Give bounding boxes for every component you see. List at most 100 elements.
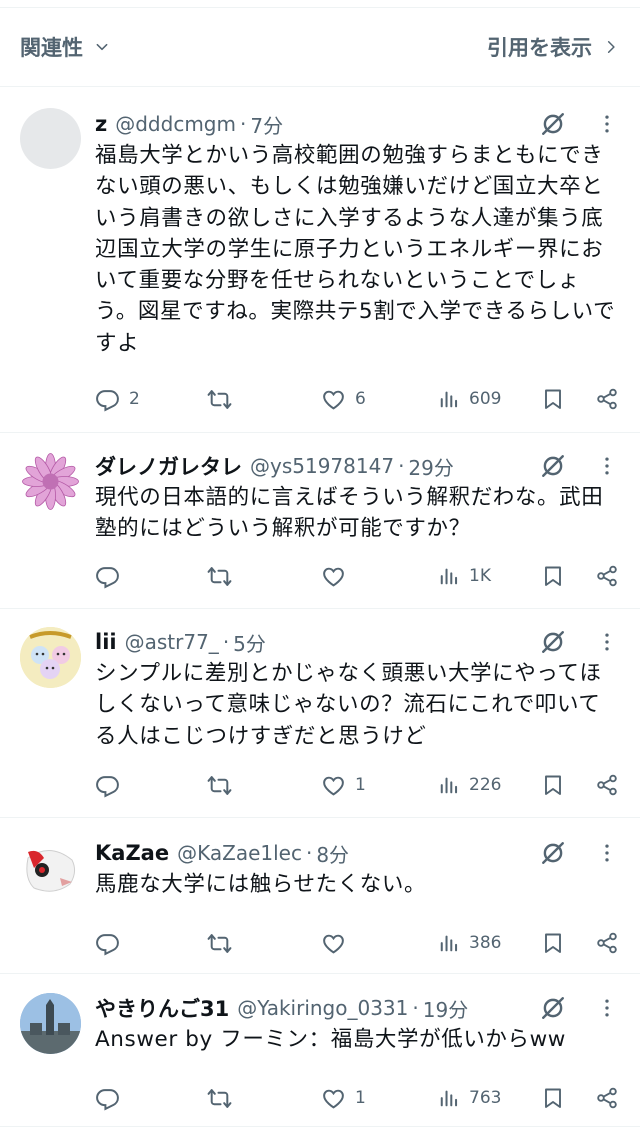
- reply-button[interactable]: [95, 931, 129, 956]
- more-options-icon[interactable]: [596, 631, 618, 653]
- reply-icon: [95, 387, 120, 412]
- timestamp[interactable]: 7分: [250, 110, 283, 139]
- timestamp[interactable]: 8分: [316, 839, 349, 868]
- user-handle[interactable]: @Yakiringo_0331: [237, 996, 408, 1020]
- views-button[interactable]: 609: [438, 388, 501, 410]
- like-button[interactable]: 1: [321, 1086, 366, 1111]
- reply-button[interactable]: [95, 773, 129, 798]
- more-options-icon[interactable]: [596, 455, 618, 477]
- grok-icon[interactable]: [540, 453, 566, 479]
- flower-avatar-image: [22, 453, 79, 510]
- like-button[interactable]: [321, 564, 355, 589]
- avatar[interactable]: [20, 838, 81, 899]
- display-name[interactable]: KaZae: [95, 841, 169, 865]
- bookmark-button[interactable]: [541, 773, 565, 797]
- timestamp[interactable]: 5分: [233, 628, 266, 657]
- retweet-icon: [207, 931, 232, 956]
- tweet-text: 現代の日本語的に言えばそういう解釈だわな。武田塾的にはどういう解釈が可能ですか？: [95, 485, 604, 542]
- reply-button[interactable]: [95, 1086, 129, 1111]
- views-button[interactable]: 386: [438, 932, 501, 954]
- retweet-icon: [207, 1086, 232, 1111]
- more-options-icon[interactable]: [596, 842, 618, 864]
- reply-button[interactable]: [95, 564, 129, 589]
- sort-label: 関連性: [20, 36, 83, 60]
- grok-icon[interactable]: [540, 840, 566, 866]
- building-avatar-image: [20, 993, 81, 1054]
- separator-dot: ·: [412, 996, 419, 1020]
- views-button[interactable]: 226: [438, 774, 501, 796]
- view-quotes-label: 引用を表示: [487, 36, 592, 60]
- tweet-text: 福島大学とかいう高校範囲の勉強すらまともにできない頭の悪い、もしくは勉強嫌いだけ…: [95, 143, 616, 356]
- avatar[interactable]: [20, 451, 81, 512]
- cartoon-avatar-image: [20, 627, 81, 688]
- more-options-icon[interactable]: [596, 113, 618, 135]
- share-button[interactable]: [595, 564, 619, 588]
- retweet-button[interactable]: [207, 1086, 241, 1111]
- retweet-icon: [207, 773, 232, 798]
- retweet-button[interactable]: [207, 387, 241, 412]
- bookmark-icon: [541, 387, 565, 411]
- share-button[interactable]: [595, 1086, 619, 1110]
- avatar[interactable]: [20, 627, 81, 688]
- reply-icon: [95, 931, 120, 956]
- analytics-icon: [438, 1087, 460, 1109]
- timestamp[interactable]: 19分: [423, 994, 468, 1023]
- views-button[interactable]: 763: [438, 1087, 501, 1109]
- bird-avatar-image: [20, 838, 81, 899]
- like-button[interactable]: 6: [321, 387, 366, 412]
- share-icon: [595, 1086, 619, 1110]
- view-count: 609: [469, 389, 502, 409]
- reply-tweet[interactable]: KaZae @KaZae1lec · 8分 馬鹿な大学には触らせたくない。 38…: [0, 818, 640, 974]
- more-options-icon[interactable]: [596, 997, 618, 1019]
- sort-dropdown[interactable]: 関連性: [20, 32, 109, 62]
- heart-icon: [321, 387, 346, 412]
- display-name[interactable]: z: [95, 112, 107, 136]
- view-count: 226: [469, 775, 502, 795]
- user-handle[interactable]: @astr77_: [125, 630, 219, 654]
- grok-icon[interactable]: [540, 111, 566, 137]
- analytics-icon: [438, 774, 460, 796]
- display-name[interactable]: lii: [95, 630, 117, 654]
- tweet-text: Answer by フーミン：福島大学が低いからww: [95, 1027, 566, 1052]
- display-name[interactable]: やきりんご31: [95, 993, 229, 1023]
- retweet-icon: [207, 564, 232, 589]
- bookmark-button[interactable]: [541, 931, 565, 955]
- separator-dot: ·: [398, 454, 405, 478]
- reply-tweet[interactable]: ダレノガレタレ @ys51978147 · 29分 現代の日本語的に言えばそうい…: [0, 433, 640, 609]
- reply-button[interactable]: 2: [95, 387, 140, 412]
- share-button[interactable]: [595, 387, 619, 411]
- user-handle[interactable]: @ys51978147: [250, 454, 394, 478]
- retweet-button[interactable]: [207, 564, 241, 589]
- user-handle[interactable]: @KaZae1lec: [177, 841, 302, 865]
- share-icon: [595, 773, 619, 797]
- bookmark-icon: [541, 1086, 565, 1110]
- reply-tweet[interactable]: lii @astr77_ · 5分 シンプルに差別とかじゃなく頭悪い大学にやって…: [0, 609, 640, 818]
- top-divider: [0, 0, 640, 8]
- retweet-button[interactable]: [207, 773, 241, 798]
- reply-tweet[interactable]: z @dddcmgm · 7分 福島大学とかいう高校範囲の勉強すらまともにできな…: [0, 87, 640, 433]
- bookmark-button[interactable]: [541, 564, 565, 588]
- reply-icon: [95, 1086, 120, 1111]
- retweet-button[interactable]: [207, 931, 241, 956]
- analytics-icon: [438, 932, 460, 954]
- share-button[interactable]: [595, 931, 619, 955]
- bookmark-button[interactable]: [541, 387, 565, 411]
- display-name[interactable]: ダレノガレタレ: [95, 451, 242, 481]
- view-quotes-link[interactable]: 引用を表示: [487, 32, 618, 62]
- avatar[interactable]: [20, 993, 81, 1054]
- user-handle[interactable]: @dddcmgm: [115, 112, 236, 136]
- reply-tweet[interactable]: やきりんご31 @Yakiringo_0331 · 19分 Answer by …: [0, 974, 640, 1129]
- analytics-icon: [438, 388, 460, 410]
- avatar[interactable]: [20, 108, 81, 169]
- view-count: 763: [469, 1088, 502, 1108]
- views-button[interactable]: 1K: [438, 565, 491, 587]
- share-button[interactable]: [595, 773, 619, 797]
- like-button[interactable]: 1: [321, 773, 366, 798]
- bookmark-button[interactable]: [541, 1086, 565, 1110]
- timestamp[interactable]: 29分: [408, 452, 453, 481]
- grok-icon[interactable]: [540, 629, 566, 655]
- chevron-down-icon: [96, 43, 108, 51]
- grok-icon[interactable]: [540, 995, 566, 1021]
- reply-count: 2: [129, 389, 140, 409]
- like-button[interactable]: [321, 931, 355, 956]
